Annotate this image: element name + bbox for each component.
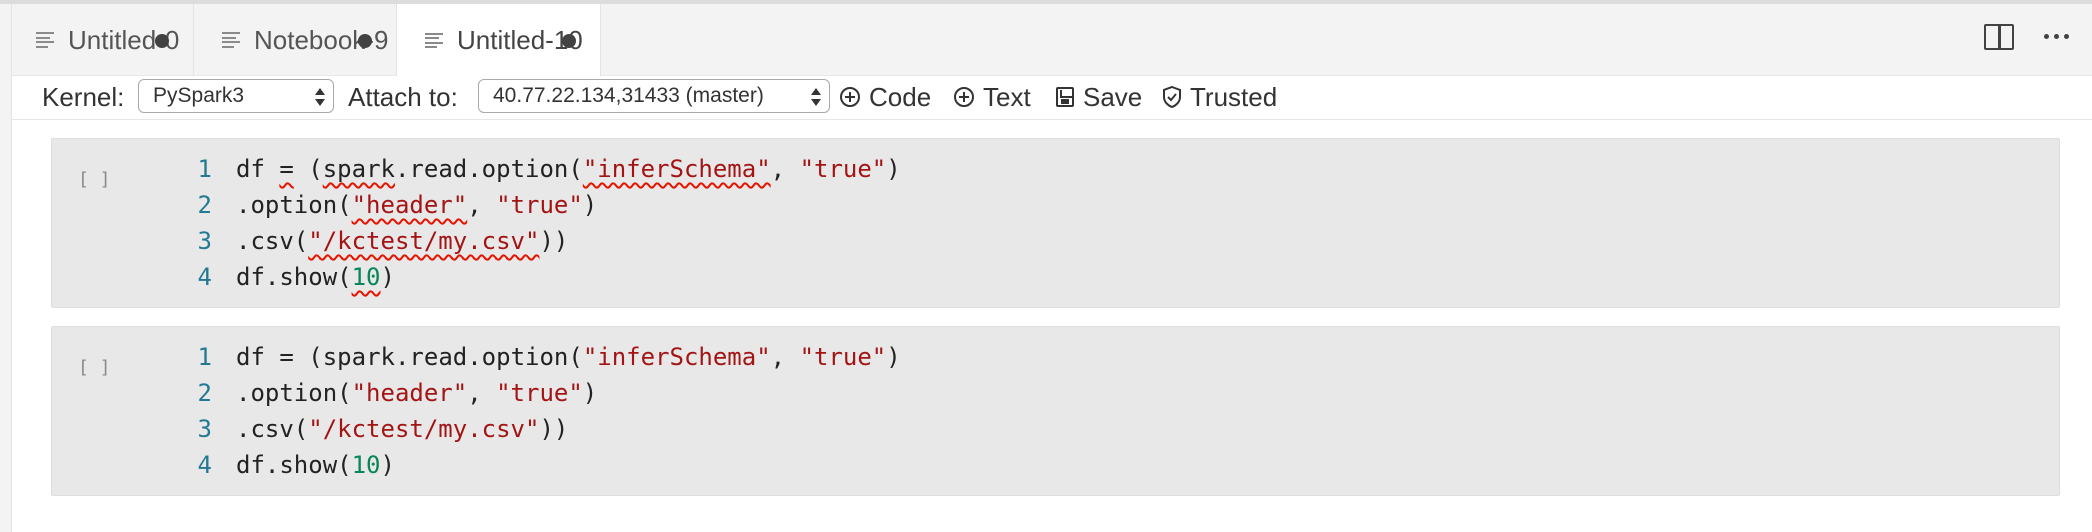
code-token: .option( [236, 379, 352, 407]
string-token: "/kctest/my.csv" [308, 415, 540, 443]
select-arrows-icon [811, 86, 821, 108]
file-lines-icon [36, 30, 56, 50]
code-token: , [770, 155, 800, 183]
code-token: )) [539, 227, 569, 255]
unsaved-dot-icon[interactable] [358, 34, 372, 48]
code-token: , [770, 343, 800, 371]
code-token: .csv( [236, 227, 309, 255]
attach-to-label: Attach to: [348, 82, 458, 112]
line-number: 4 [197, 263, 212, 291]
code-token: , [467, 379, 497, 407]
code-line: 1 df = (spark .read.option("inferSchema",… [182, 151, 901, 187]
code-token: ) [582, 379, 598, 407]
code-token: df.show( [236, 263, 352, 291]
tab-untitled-0[interactable]: Untitled-0 [12, 4, 194, 76]
trusted-button[interactable]: Trusted [1162, 80, 1277, 114]
save-label: Save [1083, 81, 1143, 112]
line-number: 1 [197, 343, 212, 371]
code-editor[interactable]: 1 df = (spark .read.option("inferSchema",… [182, 151, 901, 295]
tab-bar: Untitled-0 Notebook-9 Untitled-10 [12, 4, 2092, 77]
code-line: 3 .csv("/kctest/my.csv")) [182, 223, 901, 259]
code-token: df [236, 343, 280, 371]
code-line: 2 .option("header", "true") [182, 375, 901, 411]
string-token-error: "header" [351, 191, 468, 219]
code-editor[interactable]: 1 df = (spark .read.option("inferSchema",… [182, 339, 901, 483]
kernel-value: PySpark3 [153, 84, 245, 107]
add-circle-icon [954, 87, 974, 107]
code-token: ( [293, 343, 323, 371]
add-text-button[interactable]: Text [954, 80, 1031, 114]
tab-notebook-9[interactable]: Notebook-9 [194, 4, 397, 76]
code-line: 4 df.show(10) [182, 447, 901, 483]
execution-count[interactable]: [ ] [78, 357, 111, 378]
code-token: ) [582, 191, 598, 219]
string-token: "true" [799, 343, 887, 371]
string-token-error: "inferSchema" [582, 155, 771, 183]
shield-check-icon [1163, 85, 1181, 109]
kernel-label: Kernel: [42, 82, 125, 112]
code-token: spark [322, 343, 395, 371]
line-number: 4 [197, 451, 212, 479]
code-token: df [236, 155, 280, 183]
save-icon [1056, 87, 1074, 107]
code-line: 4 df.show(10) [182, 259, 901, 295]
save-button[interactable]: Save [1056, 80, 1142, 114]
trusted-label: Trusted [1190, 81, 1278, 112]
attach-value: 40.77.22.134,31433 (master) [493, 84, 764, 107]
code-token: .csv( [236, 415, 309, 443]
string-token: "true" [496, 379, 583, 407]
number-token-error: 10 [351, 263, 381, 291]
code-token: ) [886, 343, 901, 371]
more-actions-icon[interactable] [2036, 18, 2076, 54]
code-token: .option( [236, 191, 352, 219]
string-token: "header" [351, 379, 468, 407]
file-lines-icon [425, 31, 445, 51]
line-number: 1 [197, 155, 212, 183]
code-token: ( [293, 155, 323, 183]
unsaved-dot-icon[interactable] [562, 34, 576, 48]
add-code-button[interactable]: Code [840, 80, 931, 114]
split-editor-icon[interactable] [1984, 24, 2014, 50]
string-token-error: "/kctest/my.csv" [308, 227, 540, 255]
code-token: .read.option( [394, 155, 583, 183]
line-number: 2 [197, 191, 212, 219]
execution-count[interactable]: [ ] [78, 169, 111, 190]
code-token: ) [380, 263, 395, 291]
unsaved-dot-icon[interactable] [155, 34, 169, 48]
kernel-select[interactable]: PySpark3 [138, 79, 334, 113]
string-token: "true" [799, 155, 887, 183]
code-token-error: = [279, 155, 294, 183]
notebook-toolbar: Kernel: PySpark3 Attach to: 40.77.22.134… [12, 76, 2092, 120]
code-token: , [467, 191, 497, 219]
file-lines-icon [222, 30, 242, 50]
add-text-label: Text [983, 81, 1031, 112]
number-token: 10 [351, 451, 381, 479]
code-cell[interactable]: [ ] 1 df = (spark .read.option("inferSche… [51, 326, 2060, 496]
line-number: 3 [197, 415, 212, 443]
code-token: = [279, 343, 294, 371]
attach-to-select[interactable]: 40.77.22.134,31433 (master) [478, 79, 830, 113]
string-token: "inferSchema" [582, 343, 771, 371]
line-number: 2 [197, 379, 212, 407]
code-token: ) [380, 451, 395, 479]
add-circle-icon [840, 87, 860, 107]
add-code-label: Code [869, 81, 932, 112]
code-line: 3 .csv("/kctest/my.csv")) [182, 411, 901, 447]
code-line: 1 df = (spark .read.option("inferSchema",… [182, 339, 901, 375]
code-token: ) [886, 155, 901, 183]
string-token: "true" [496, 191, 583, 219]
tab-untitled-10[interactable]: Untitled-10 [397, 4, 601, 77]
code-cell[interactable]: [ ] 1 df = (spark .read.option("inferSche… [51, 138, 2060, 308]
code-line: 2 .option("header", "true") [182, 187, 901, 223]
code-token: .read.option( [394, 343, 583, 371]
activity-strip [0, 4, 12, 532]
select-arrows-icon [315, 86, 325, 108]
code-token: df.show( [236, 451, 352, 479]
code-token-error: spark [322, 155, 395, 183]
code-token: )) [539, 415, 569, 443]
line-number: 3 [197, 227, 212, 255]
